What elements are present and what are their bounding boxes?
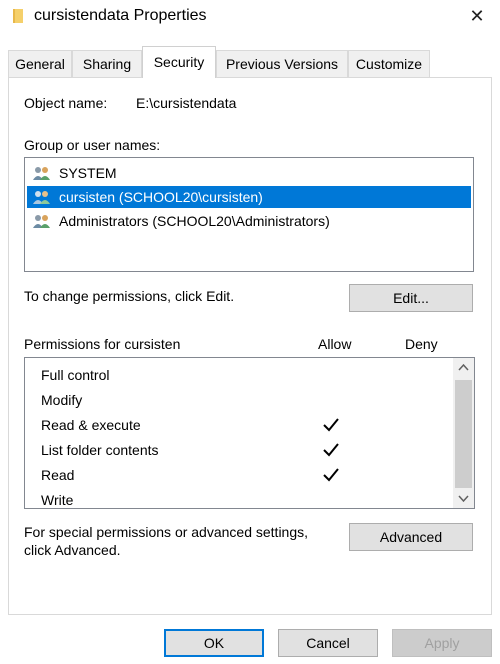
permission-name: Write	[41, 492, 74, 508]
edit-button[interactable]: Edit...	[349, 284, 473, 312]
permission-name: Read	[41, 467, 75, 483]
users-icon	[33, 215, 50, 228]
permission-name: List folder contents	[41, 442, 159, 458]
permission-row: Write	[25, 488, 453, 508]
list-item[interactable]: SYSTEM	[27, 162, 471, 184]
tab-previous-versions[interactable]: Previous Versions	[216, 50, 348, 77]
close-button[interactable]: ✕	[466, 5, 488, 27]
check-icon	[323, 418, 339, 432]
vertical-scrollbar[interactable]	[453, 358, 474, 508]
check-icon	[323, 468, 339, 482]
apply-button: Apply	[392, 629, 492, 657]
permission-row: List folder contents	[25, 438, 453, 463]
tab-sharing[interactable]: Sharing	[72, 50, 142, 77]
list-item-label: cursisten (SCHOOL20\cursisten)	[59, 189, 263, 205]
permission-name: Read & execute	[41, 417, 141, 433]
permissions-header: Permissions for cursisten	[24, 336, 181, 352]
chevron-up-icon[interactable]	[453, 358, 474, 378]
tab-general[interactable]: General	[8, 50, 72, 77]
title-bar: cursistendata Properties ✕	[0, 0, 500, 34]
permission-row: Read & execute	[25, 413, 453, 438]
check-icon	[323, 443, 339, 457]
ok-button[interactable]: OK	[164, 629, 264, 657]
folder-icon	[13, 9, 23, 23]
cancel-button[interactable]: Cancel	[278, 629, 378, 657]
tab-customize[interactable]: Customize	[348, 50, 430, 77]
window-title: cursistendata Properties	[34, 7, 207, 24]
list-item-label: Administrators (SCHOOL20\Administrators)	[59, 213, 330, 229]
deny-column-header: Deny	[405, 336, 438, 352]
allow-column-header: Allow	[318, 336, 352, 352]
permissions-list: Full control Modify Read & execute List …	[24, 357, 475, 509]
object-name-value: E:\cursistendata	[136, 95, 237, 111]
group-user-list[interactable]: SYSTEM cursisten (SCHOOL20\cursisten) Ad…	[24, 157, 474, 272]
change-permissions-hint: To change permissions, click Edit.	[24, 288, 235, 304]
list-item-label: SYSTEM	[59, 165, 117, 181]
special-permissions-hint-line1: For special permissions or advanced sett…	[24, 524, 309, 540]
special-permissions-hint-line2: click Advanced.	[24, 542, 121, 558]
group-list-label: Group or user names:	[24, 137, 161, 153]
users-icon	[33, 191, 50, 204]
permission-name: Full control	[41, 367, 110, 383]
permission-name: Modify	[41, 392, 83, 408]
permission-row: Full control	[25, 363, 453, 388]
users-icon	[33, 167, 50, 180]
advanced-button[interactable]: Advanced	[349, 523, 473, 551]
list-item-selected[interactable]: cursisten (SCHOOL20\cursisten)	[27, 186, 471, 208]
scrollbar-thumb[interactable]	[455, 380, 472, 488]
tab-security[interactable]: Security	[142, 46, 216, 78]
object-name-label: Object name:	[24, 95, 108, 111]
permission-row: Read	[25, 463, 453, 488]
chevron-down-icon[interactable]	[453, 488, 474, 508]
permission-row: Modify	[25, 388, 453, 413]
list-item[interactable]: Administrators (SCHOOL20\Administrators)	[27, 210, 471, 232]
